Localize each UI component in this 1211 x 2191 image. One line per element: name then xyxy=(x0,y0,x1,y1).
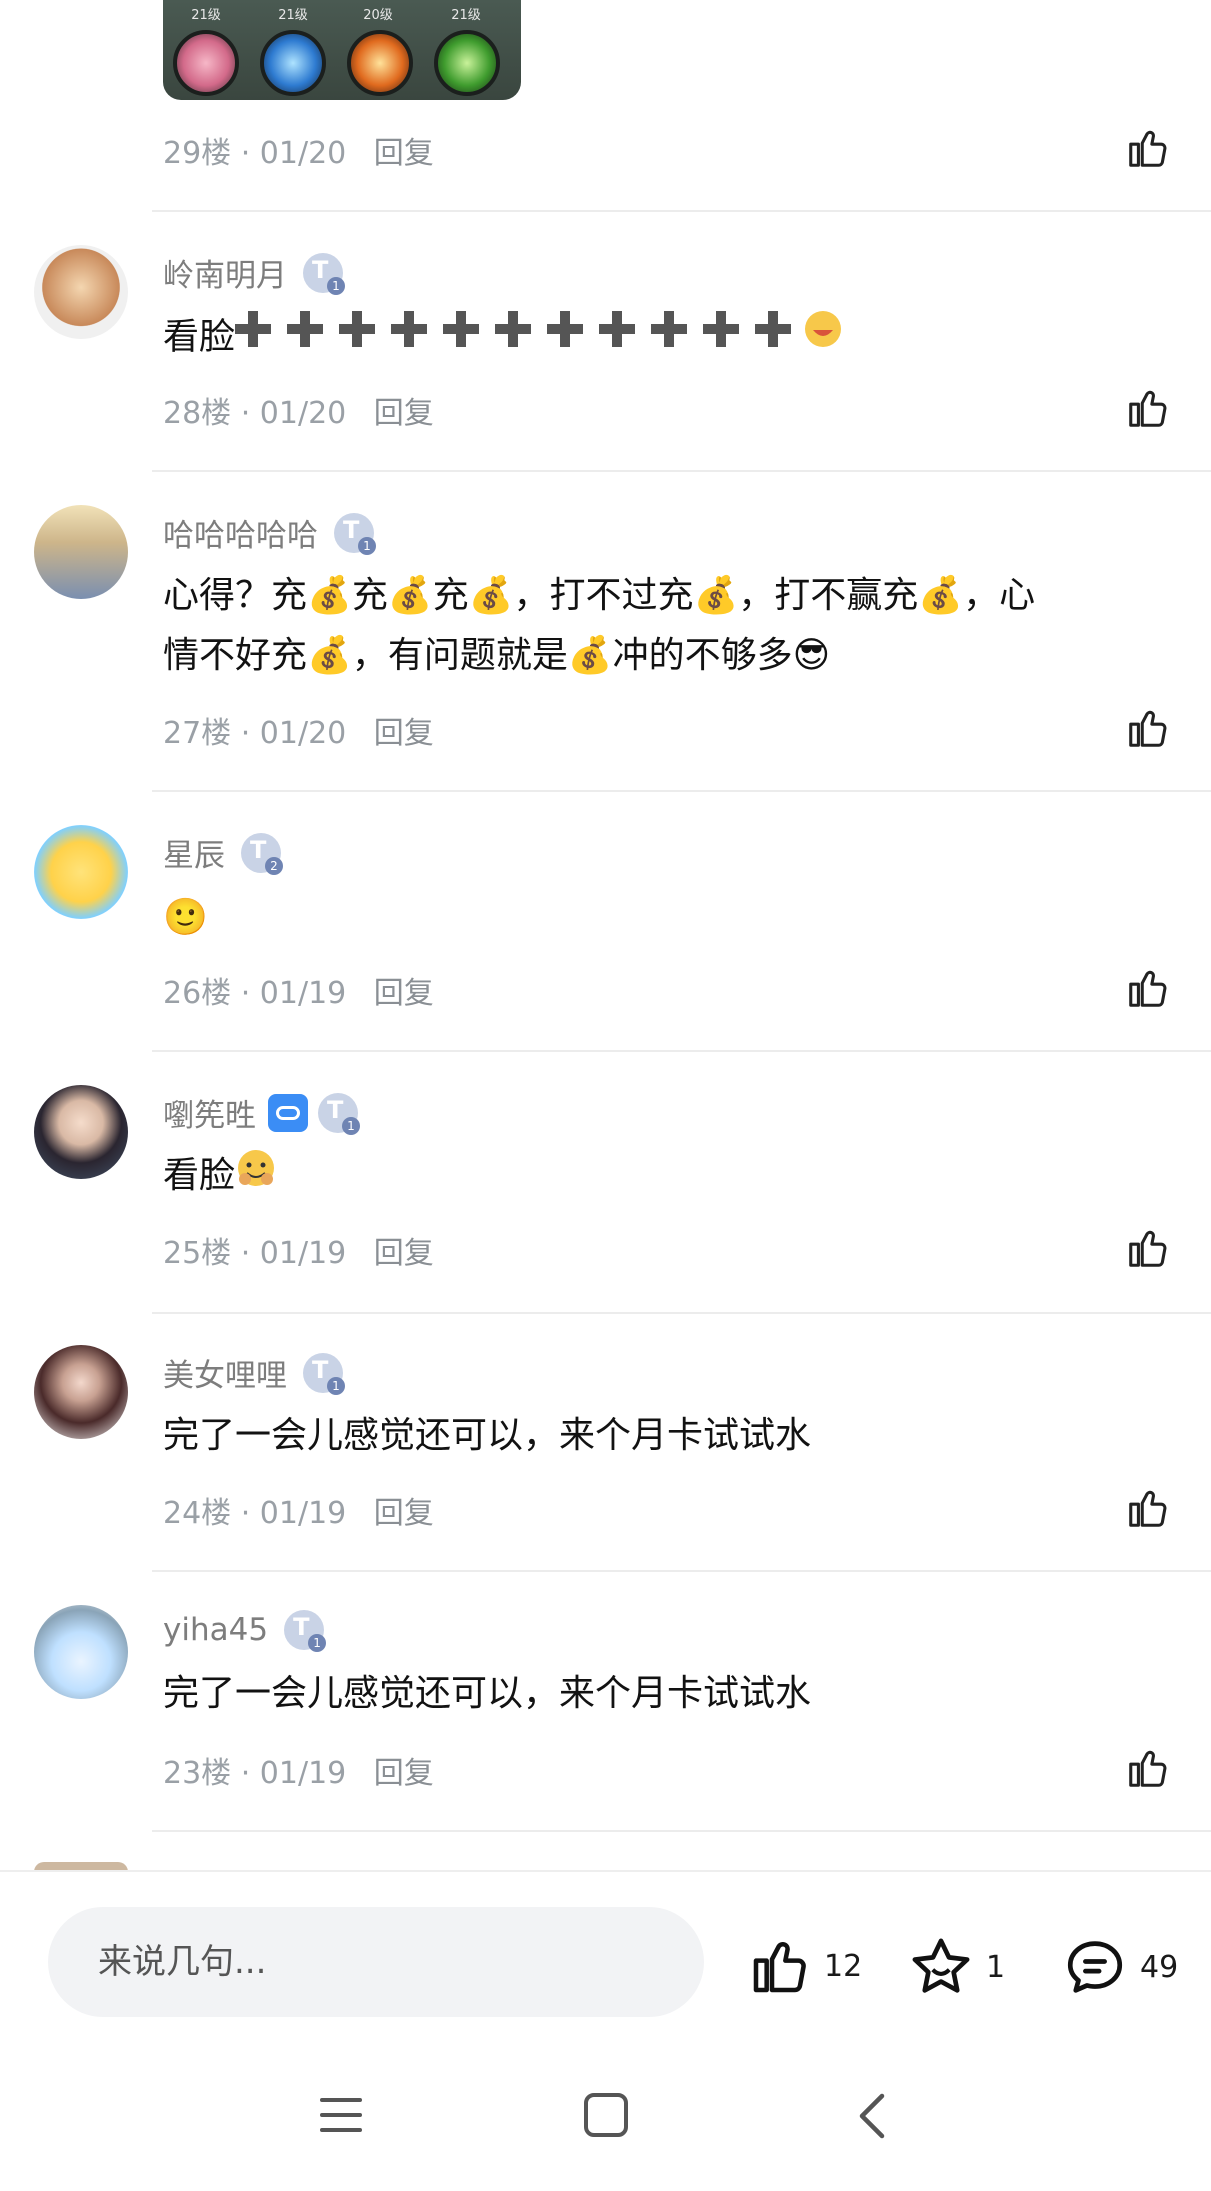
comment-stat[interactable]: 49 xyxy=(1062,1934,1178,2000)
reply-button[interactable]: 回复 xyxy=(374,1756,434,1791)
lotus-orb-icon xyxy=(173,30,239,96)
divider xyxy=(152,210,1211,212)
divider xyxy=(152,1830,1211,1832)
username[interactable]: yiha45 xyxy=(163,1612,268,1648)
reply-button[interactable]: 回复 xyxy=(374,136,434,171)
comment-meta: 23楼 · 01/19 回复 xyxy=(163,1756,434,1791)
comment-meta: 24楼 · 01/19 回复 xyxy=(163,1496,434,1531)
username[interactable]: 嚠筅甠 xyxy=(163,1090,256,1135)
thumbs-up-icon[interactable] xyxy=(1125,1745,1171,1791)
comment-count: 49 xyxy=(1140,1949,1179,1985)
avatar[interactable] xyxy=(34,1085,128,1179)
like-stat[interactable]: 12 xyxy=(748,1934,862,1998)
divider xyxy=(152,1050,1211,1052)
comment-meta: 25楼 · 01/19 回复 xyxy=(163,1236,434,1271)
thumbs-up-icon[interactable] xyxy=(1125,125,1171,171)
level-badge-icon: 1 xyxy=(318,1092,360,1135)
comment-action-bar: 来说几句... 12 1 49 xyxy=(0,1870,1211,2032)
like-count: 12 xyxy=(824,1948,863,1984)
fire-orb-icon xyxy=(347,30,413,96)
username-row: 美女哩哩 1 xyxy=(163,1350,345,1395)
level-label: 21级 xyxy=(191,8,221,23)
star-icon[interactable] xyxy=(908,1934,974,2000)
leaf-orb-icon xyxy=(434,30,500,96)
hugging-face-icon xyxy=(235,1147,277,1208)
username[interactable]: 美女哩哩 xyxy=(163,1350,287,1395)
thumbs-up-icon[interactable] xyxy=(1125,705,1171,751)
comment-input[interactable]: 来说几句... xyxy=(48,1907,704,2017)
username[interactable]: 岭南明月 xyxy=(163,250,287,295)
favorite-count: 1 xyxy=(986,1949,1006,1985)
level-badge-icon: 1 xyxy=(334,512,376,555)
thumbs-up-icon[interactable] xyxy=(748,1934,812,1998)
divider xyxy=(152,470,1211,472)
thumbs-up-icon[interactable] xyxy=(1125,385,1171,431)
level-badge-icon: 1 xyxy=(303,252,345,295)
avatar[interactable] xyxy=(34,245,128,339)
thumbs-up-icon[interactable] xyxy=(1125,965,1171,1011)
menu-icon[interactable] xyxy=(318,2094,364,2136)
username-row: 岭南明月 1 xyxy=(163,250,345,295)
plus-signs-decoration xyxy=(235,306,845,371)
reply-button[interactable]: 回复 xyxy=(374,396,434,431)
comment-text: 看脸 xyxy=(163,1146,1153,1208)
thumbs-up-icon[interactable] xyxy=(1125,1485,1171,1531)
username[interactable]: 哈哈哈哈哈 xyxy=(163,510,318,555)
level-badge-icon: 2 xyxy=(241,832,283,875)
level-badge-icon: 1 xyxy=(303,1352,345,1395)
comment-meta: 27楼 · 01/20 回复 xyxy=(163,716,434,751)
username-row: 哈哈哈哈哈 1 xyxy=(163,510,376,555)
reply-button[interactable]: 回复 xyxy=(374,1236,434,1271)
water-orb-icon xyxy=(260,30,326,96)
username[interactable]: 星辰 xyxy=(163,830,225,875)
level-label: 20级 xyxy=(363,8,393,23)
divider xyxy=(152,1312,1211,1314)
username-row: 星辰 2 xyxy=(163,830,283,875)
reply-button[interactable]: 回复 xyxy=(374,716,434,751)
comment-meta: 29楼 · 01/20 回复 xyxy=(163,128,434,172)
gamepad-badge-icon xyxy=(268,1093,308,1132)
level-badge-icon: 1 xyxy=(284,1610,327,1652)
comment-text: 心得？充💰充💰充💰，打不过充💰，打不赢充💰，心 情不好充💰，有问题就是💰冲的不够… xyxy=(163,575,1036,676)
reply-button[interactable]: 回复 xyxy=(374,1496,434,1531)
username-row: yiha45 1 xyxy=(163,1610,327,1652)
avatar[interactable] xyxy=(34,1345,128,1439)
reply-button[interactable]: 回复 xyxy=(374,976,434,1011)
avatar[interactable] xyxy=(34,1605,128,1699)
avatar[interactable] xyxy=(34,825,128,919)
level-label: 21级 xyxy=(278,8,308,23)
comment-text: 🙂 xyxy=(163,897,208,938)
floor-date: 29楼 · 01/20 xyxy=(163,136,347,171)
comment-text: 完了一会儿感觉还可以，来个月卡试试水 xyxy=(163,1673,812,1714)
level-label: 21级 xyxy=(451,8,481,23)
favorite-stat[interactable]: 1 xyxy=(908,1934,1005,2000)
comment-meta: 28楼 · 01/20 回复 xyxy=(163,396,434,431)
comment-bubble-icon[interactable] xyxy=(1062,1934,1128,2000)
comment-text: 看脸 xyxy=(163,306,1153,371)
post-image[interactable]: 21级 21级 20级 21级 xyxy=(163,0,521,100)
avatar[interactable] xyxy=(34,505,128,599)
comment-meta: 26楼 · 01/19 回复 xyxy=(163,976,434,1011)
system-nav-bar xyxy=(0,2030,1211,2191)
thumbs-up-icon[interactable] xyxy=(1125,1225,1171,1271)
divider xyxy=(152,790,1211,792)
username-row: 嚠筅甠 1 xyxy=(163,1090,360,1135)
divider xyxy=(152,1570,1211,1572)
square-home-icon[interactable] xyxy=(583,2092,629,2138)
back-chevron-icon[interactable] xyxy=(854,2092,890,2140)
comment-text: 完了一会儿感觉还可以，来个月卡试试水 xyxy=(163,1415,812,1456)
